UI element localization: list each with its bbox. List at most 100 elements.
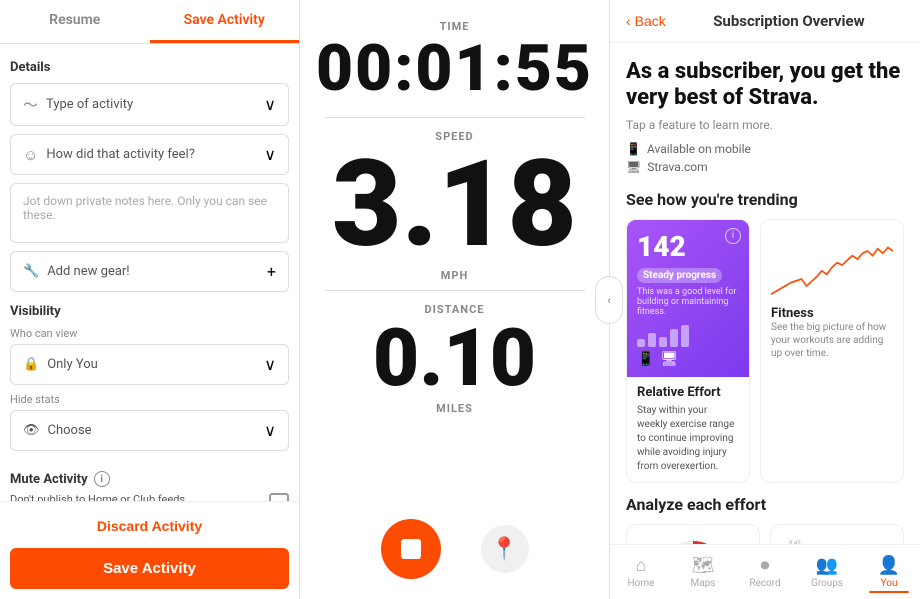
effort-card-header: 142 i Steady progress This was a good le… (627, 220, 749, 377)
bar3 (659, 337, 667, 347)
bar2 (648, 333, 656, 347)
chevron-down-icon: ∨ (264, 95, 276, 114)
tab-resume[interactable]: Resume (0, 0, 150, 43)
effort-number: 142 (637, 230, 739, 263)
who-can-view-field[interactable]: 🔒 Only You ∨ (10, 344, 289, 385)
you-label: You (881, 578, 898, 589)
nav-you[interactable]: 👤 You (858, 551, 920, 597)
mute-section: Mute Activity i Don't publish to Home or… (10, 463, 289, 501)
who-can-view-label: Who can view (10, 327, 289, 340)
hide-stats-label: Hide stats (10, 393, 289, 406)
eye-icon: 👁 (23, 423, 40, 438)
hide-stats-field[interactable]: 👁 Choose ∨ (10, 410, 289, 451)
hero-subtitle: Tap a feature to learn more. (626, 118, 904, 132)
mute-info-icon[interactable]: i (94, 471, 110, 487)
distance-unit: MILES (436, 402, 473, 415)
donut-chart-card[interactable]: 68.9% Pace (626, 524, 760, 544)
groups-label: Groups (811, 578, 843, 589)
right-panel: ‹ Back Subscription Overview As a subscr… (610, 0, 920, 599)
left-content: Details 〜 Type of activity ∨ ☺ How did t… (0, 44, 299, 501)
web-icon: 🖥 (626, 160, 641, 174)
details-heading: Details (10, 60, 289, 75)
speed-unit: MPH (441, 269, 469, 282)
mute-checkbox[interactable] (269, 493, 289, 501)
visibility-section: Visibility Who can view 🔒 Only You ∨ Hid… (10, 304, 289, 451)
trending-heading: See how you're trending (626, 190, 904, 209)
notes-field[interactable]: Jot down private notes here. Only you ca… (10, 183, 289, 243)
chevron-down-icon-feel: ∨ (264, 145, 276, 164)
fitness-title: Fitness (771, 306, 893, 321)
nav-maps[interactable]: 🗺 Maps (672, 551, 734, 597)
time-value: 00:01:55 (316, 37, 593, 101)
bar5 (681, 325, 689, 347)
activity-controls: 📍 (381, 519, 529, 579)
scroll-indicator[interactable]: ‹ (595, 276, 623, 324)
you-icon: 👤 (878, 555, 900, 576)
bar1 (637, 339, 645, 347)
record-label: Record (749, 578, 780, 589)
back-label: Back (635, 13, 666, 29)
back-button[interactable]: ‹ Back (626, 13, 666, 29)
mobile-platform: 📱 Available on mobile (626, 142, 904, 156)
only-you-label: Only You (47, 357, 98, 372)
visibility-heading: Visibility (10, 304, 289, 319)
notes-placeholder-text: Jot down private notes here. Only you ca… (23, 194, 267, 222)
maps-label: Maps (691, 578, 716, 589)
desktop-icon: 🖥 (660, 351, 678, 367)
plus-icon: + (267, 262, 276, 281)
effort-card-body: Relative Effort Stay within your weekly … (627, 377, 749, 482)
tabs: Resume Save Activity (0, 0, 299, 44)
lock-icon: 🔒 (23, 357, 39, 372)
groups-icon: 👥 (816, 555, 838, 576)
add-gear-row[interactable]: 🔧 Add new gear! + (10, 251, 289, 292)
home-label: Home (628, 578, 655, 589)
bottom-actions: Discard Activity Save Activity (0, 501, 299, 599)
relative-effort-card[interactable]: 142 i Steady progress This was a good le… (626, 219, 750, 483)
feel-label: How did that activity feel? (46, 147, 195, 162)
gear-icon: 🔧 (23, 264, 39, 279)
effort-bars (637, 323, 739, 347)
type-of-activity-field[interactable]: 〜 Type of activity ∨ (10, 83, 289, 126)
nav-home[interactable]: ⌂ Home (610, 551, 672, 597)
you-active-bar (869, 591, 909, 593)
fitness-card[interactable]: Fitness See the big picture of how your … (760, 219, 904, 483)
effort-badge: Steady progress (637, 268, 722, 283)
analyze-cards: 68.9% Pace 8:45 8:15 7:45 7:15 (626, 524, 904, 544)
subscription-overview-title: Subscription Overview (674, 12, 904, 30)
effort-desc: This was a good level for building or ma… (637, 287, 739, 317)
effort-info-icon[interactable]: i (725, 228, 741, 244)
analyze-section: Analyze each effort 68.9% Pace (626, 495, 904, 544)
feel-field[interactable]: ☺ How did that activity feel? ∨ (10, 134, 289, 175)
bar-chart-svg: 8:45 8:15 7:45 7:15 (781, 535, 893, 544)
bottom-nav: ⌂ Home 🗺 Maps ⏺ Record 👥 Groups 👤 You (610, 544, 920, 599)
divider (325, 117, 585, 118)
nav-record[interactable]: ⏺ Record (734, 551, 796, 597)
location-button[interactable]: 📍 (481, 525, 529, 573)
relative-effort-desc: Stay within your weekly exercise range t… (637, 404, 739, 474)
donut-svg: 68.9% (653, 535, 733, 544)
speed-value: 3.18 (332, 145, 577, 265)
stop-button[interactable] (381, 519, 441, 579)
save-button[interactable]: Save Activity (10, 548, 289, 589)
stop-icon (401, 539, 421, 559)
choose-label: Choose (48, 423, 92, 438)
feel-icon: ☺ (23, 146, 38, 164)
right-content: As a subscriber, you get the very best o… (610, 43, 920, 544)
analyze-heading: Analyze each effort (626, 495, 904, 514)
trending-cards: 142 i Steady progress This was a good le… (626, 219, 904, 483)
hero-title: As a subscriber, you get the very best o… (626, 59, 904, 112)
chevron-down-stats: ∨ (264, 421, 276, 440)
right-header: ‹ Back Subscription Overview (610, 0, 920, 43)
location-pin-icon: 📍 (491, 536, 518, 562)
bar-chart-card[interactable]: 8:45 8:15 7:45 7:15 (770, 524, 904, 544)
add-gear-label: Add new gear! (47, 264, 129, 279)
tab-save-activity[interactable]: Save Activity (150, 0, 300, 43)
nav-groups[interactable]: 👥 Groups (796, 551, 858, 597)
web-platform: 🖥 Strava.com (626, 160, 904, 174)
discard-button[interactable]: Discard Activity (10, 510, 289, 542)
maps-icon: 🗺 (692, 555, 715, 576)
chevron-down-visibility: ∨ (264, 355, 276, 374)
back-chevron-icon: ‹ (626, 13, 631, 29)
effort-device-icons: 📱 🖥 (637, 351, 739, 367)
phone-icon: 📱 (637, 351, 654, 367)
